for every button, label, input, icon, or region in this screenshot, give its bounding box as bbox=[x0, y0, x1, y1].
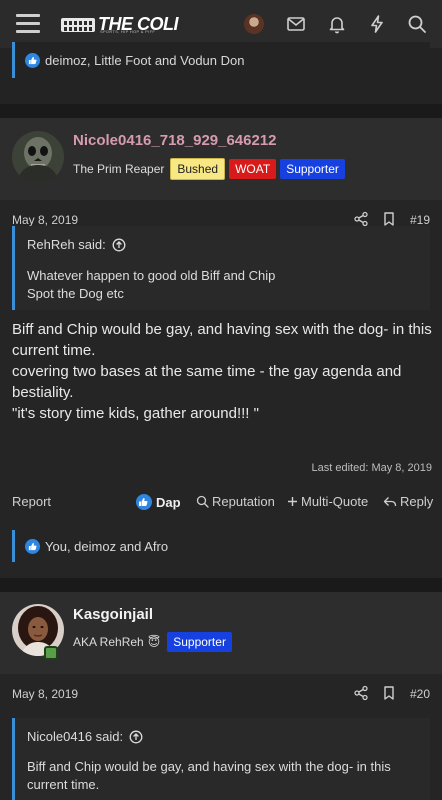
reactions-text: You, deimoz and Afro bbox=[45, 538, 169, 554]
post-19: Nicole0416_718_929_646212 The Prim Reape… bbox=[0, 118, 442, 578]
banner-supporter: Supporter bbox=[167, 632, 232, 652]
user-title-row: AKA RehReh 😇 Supporter bbox=[73, 632, 232, 652]
post-actions: Report Dap Reputation Multi-Quote Reply bbox=[0, 482, 442, 522]
user-title-row: The Prim Reaper Bushed WOAT Supporter bbox=[73, 158, 345, 180]
like-icon bbox=[25, 52, 40, 68]
bookmark-icon[interactable] bbox=[382, 211, 396, 227]
multi-quote-label: Multi-Quote bbox=[301, 494, 369, 509]
reputation-label: Reputation bbox=[212, 494, 275, 509]
quote-block: RehReh said: Whatever happen to good old… bbox=[12, 226, 430, 310]
reply-icon bbox=[383, 496, 397, 506]
lightning-icon[interactable] bbox=[366, 13, 388, 35]
search-icon[interactable] bbox=[406, 13, 428, 35]
arrow-up-circle-icon[interactable] bbox=[112, 238, 126, 252]
quote-author-row[interactable]: Nicole0416 said: bbox=[27, 729, 143, 744]
search-icon bbox=[196, 495, 209, 508]
reactions-bar[interactable]: You, deimoz and Afro bbox=[12, 530, 430, 562]
post-date[interactable]: May 8, 2019 bbox=[12, 213, 78, 227]
mail-icon[interactable] bbox=[285, 13, 307, 35]
avatar[interactable] bbox=[12, 131, 64, 183]
reputation-button[interactable]: Reputation bbox=[196, 494, 275, 509]
post-separator bbox=[0, 578, 442, 592]
quote-line: Whatever happen to good old Biff and Chi… bbox=[27, 268, 276, 283]
user-avatar[interactable] bbox=[244, 14, 264, 34]
last-edited: Last edited: May 8, 2019 bbox=[311, 462, 432, 474]
post-number[interactable]: #20 bbox=[410, 687, 430, 701]
like-icon bbox=[25, 538, 40, 554]
quote-author: Nicole0416 said: bbox=[27, 729, 124, 744]
post-20: Kasgoinjail AKA RehReh 😇 Supporter May 8… bbox=[0, 592, 442, 800]
previous-post-footer: deimoz, Little Foot and Vodun Don bbox=[0, 42, 442, 104]
post-meta: May 8, 2019 #20 bbox=[0, 674, 442, 712]
user-title: AKA RehReh bbox=[73, 635, 144, 649]
menu-icon[interactable] bbox=[16, 14, 40, 34]
message-line: "it's story time kids, gather around!!! … bbox=[12, 405, 259, 422]
username[interactable]: Nicole0416_718_929_646212 bbox=[73, 132, 277, 149]
banner-supporter: Supporter bbox=[280, 159, 345, 179]
username[interactable]: Kasgoinjail bbox=[73, 606, 153, 623]
user-title: The Prim Reaper bbox=[73, 162, 165, 176]
post-number[interactable]: #19 bbox=[410, 213, 430, 227]
report-label: Report bbox=[12, 494, 52, 509]
quote-text: Whatever happen to good old Biff and Chi… bbox=[27, 267, 275, 303]
multi-quote-button[interactable]: Multi-Quote bbox=[287, 494, 368, 509]
banner-bushed: Bushed bbox=[170, 158, 226, 180]
site-logo[interactable]: THE COLI SPORTS, HIP HOP & PIFF bbox=[60, 12, 179, 36]
reactions-text: deimoz, Little Foot and Vodun Don bbox=[45, 52, 245, 68]
quote-author: RehReh said: bbox=[27, 237, 106, 252]
online-status-icon bbox=[44, 646, 58, 660]
post-date[interactable]: May 8, 2019 bbox=[12, 687, 78, 701]
angel-emoji: 😇 bbox=[147, 635, 161, 649]
quote-line: Biff and Chip would be gay, and having s… bbox=[27, 759, 391, 774]
colosseum-logo-icon bbox=[61, 18, 95, 32]
quote-line: current time. bbox=[27, 777, 100, 792]
dap-label: Dap bbox=[156, 494, 181, 510]
bookmark-icon[interactable] bbox=[382, 685, 396, 701]
post-user-header: Nicole0416_718_929_646212 The Prim Reape… bbox=[0, 118, 442, 200]
plus-icon bbox=[288, 497, 297, 506]
post-separator bbox=[0, 104, 442, 118]
share-icon[interactable] bbox=[353, 685, 369, 701]
quote-text: Biff and Chip would be gay, and having s… bbox=[27, 758, 391, 794]
like-icon bbox=[136, 494, 152, 510]
dap-button[interactable]: Dap bbox=[136, 494, 181, 510]
quote-block: Nicole0416 said: Biff and Chip would be … bbox=[12, 718, 430, 800]
message-line: Biff and Chip would be gay, and having s… bbox=[12, 321, 432, 359]
reply-label: Reply bbox=[400, 494, 434, 509]
message-body: Biff and Chip would be gay, and having s… bbox=[12, 319, 432, 424]
share-icon[interactable] bbox=[353, 211, 369, 227]
top-navigation-bar: THE COLI SPORTS, HIP HOP & PIFF bbox=[0, 0, 442, 48]
message-line: covering two bases at the same time - th… bbox=[12, 363, 402, 401]
bell-icon[interactable] bbox=[326, 13, 348, 35]
quote-author-row[interactable]: RehReh said: bbox=[27, 237, 126, 252]
quote-line: Spot the Dog etc bbox=[27, 286, 124, 301]
post-user-header: Kasgoinjail AKA RehReh 😇 Supporter bbox=[0, 592, 442, 674]
report-button[interactable]: Report bbox=[12, 494, 51, 509]
reactions-bar[interactable]: deimoz, Little Foot and Vodun Don bbox=[12, 42, 430, 78]
banner-woat: WOAT bbox=[229, 159, 277, 179]
arrow-up-circle-icon[interactable] bbox=[129, 730, 143, 744]
reply-button[interactable]: Reply bbox=[383, 494, 433, 509]
logo-subtitle: SPORTS, HIP HOP & PIFF bbox=[100, 29, 156, 34]
